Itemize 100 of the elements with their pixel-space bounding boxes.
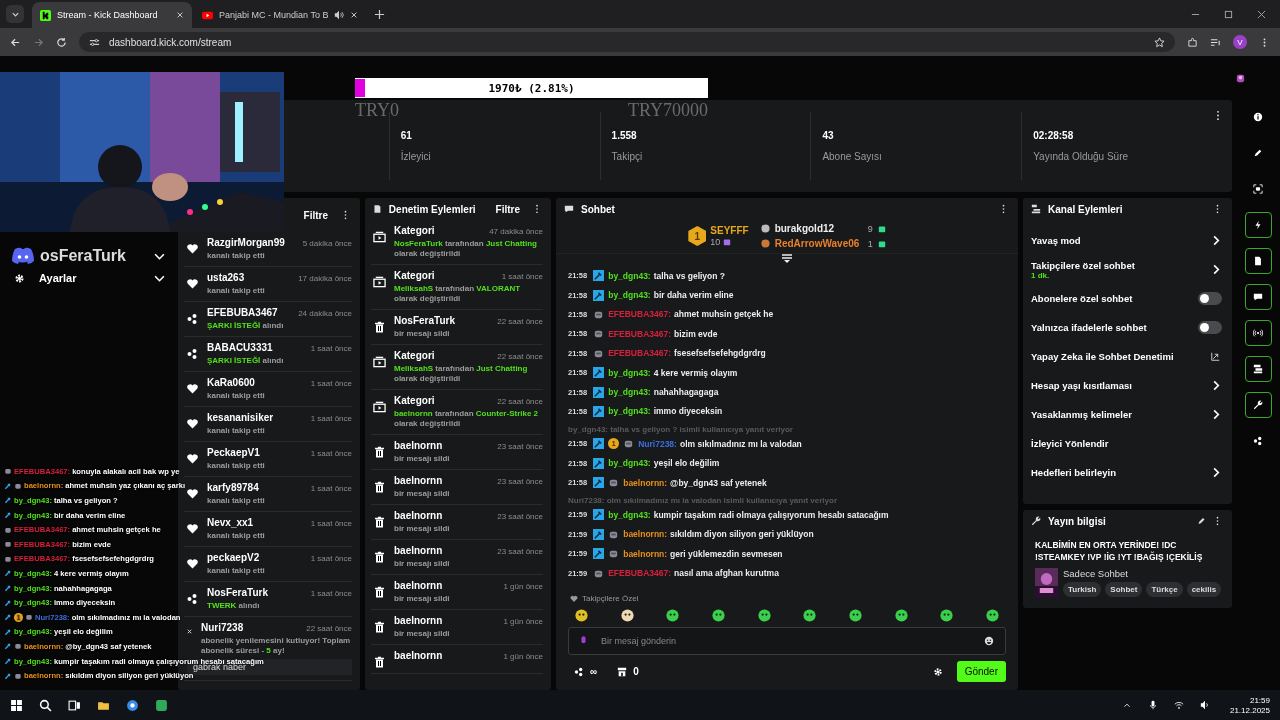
speaker-icon[interactable]	[334, 10, 345, 20]
app-icon[interactable]	[155, 698, 168, 712]
chevron-right-icon[interactable]	[1212, 264, 1220, 275]
chat-username[interactable]: baelnornn:	[623, 548, 668, 559]
action-label[interactable]: Yalnızca ifadelerle sohbet	[1031, 322, 1147, 333]
chevron-down-icon[interactable]	[154, 252, 165, 260]
emoji-icon[interactable]	[984, 636, 994, 646]
tag-chip[interactable]: cekilis	[1186, 581, 1222, 597]
forward-icon[interactable]	[33, 36, 44, 48]
tag-chip[interactable]: Türkçe	[1146, 581, 1183, 597]
more-icon[interactable]	[1216, 110, 1220, 121]
emote-icon[interactable]	[574, 608, 589, 623]
action-label[interactable]: İzleyici Yönlendir	[1031, 438, 1109, 449]
close-icon[interactable]	[350, 11, 359, 19]
chat-username[interactable]: EFEBUBA3467:	[608, 568, 671, 579]
chat-username[interactable]: EFEBUBA3467:	[608, 348, 671, 359]
emote-icon[interactable]	[802, 608, 818, 623]
media-controls-icon[interactable]	[1210, 36, 1221, 48]
settings-icon[interactable]	[14, 272, 25, 284]
new-tab-icon[interactable]	[374, 9, 386, 20]
microphone-icon[interactable]	[1147, 700, 1158, 710]
sword-badge-icon	[593, 477, 605, 489]
activity-username: Nevx_xx1	[207, 517, 254, 528]
chat-username[interactable]: by_dgn43:	[608, 290, 651, 301]
emote-icon[interactable]	[847, 608, 863, 623]
profile-avatar[interactable]: V	[1233, 35, 1247, 49]
tab-list-button[interactable]	[6, 5, 24, 23]
chat-username[interactable]: by_dgn43:	[608, 270, 651, 281]
tag-chip[interactable]: Sohbet	[1105, 581, 1143, 597]
clock-time[interactable]: 21:59	[1249, 695, 1270, 705]
chat-username[interactable]: Nuri7238:	[638, 438, 677, 449]
task-view-icon[interactable]	[68, 698, 81, 712]
browser-tab[interactable]: Panjabi MC - Mundian To B	[194, 2, 367, 28]
broadcast-icon[interactable]	[1244, 320, 1272, 346]
message-input-field[interactable]: Bir mesaj gönderin	[568, 627, 1006, 655]
maximize-icon[interactable]	[1224, 10, 1233, 19]
external-link-icon[interactable]	[1211, 352, 1220, 361]
close-icon[interactable]	[1257, 10, 1266, 19]
close-icon[interactable]	[176, 11, 184, 19]
send-button[interactable]: Gönder	[956, 661, 1006, 682]
action-label[interactable]: Abonelere özel sohbet	[1031, 293, 1133, 304]
more-icon[interactable]	[533, 204, 541, 214]
chevron-right-icon[interactable]	[1212, 380, 1220, 391]
collapse-icon[interactable]	[781, 254, 793, 264]
notes-icon[interactable]	[1244, 248, 1272, 274]
emote-icon[interactable]	[939, 608, 955, 623]
chat-username[interactable]: by_dgn43:	[608, 458, 651, 469]
user-avatar-icon[interactable]	[1235, 72, 1246, 84]
wifi-icon[interactable]	[1173, 700, 1184, 710]
tag-chip[interactable]: Turkish	[1063, 581, 1102, 597]
browser-icon[interactable]	[126, 698, 139, 712]
emote-icon[interactable]	[619, 608, 635, 623]
chat-username[interactable]: by_dgn43:	[608, 367, 651, 378]
action-label[interactable]: Yavaş mod	[1031, 235, 1081, 246]
category-name[interactable]: Sadece Sohbet	[1063, 567, 1128, 579]
chat-username[interactable]: by_dgn43:	[608, 406, 651, 417]
chevron-right-icon[interactable]	[1212, 235, 1220, 246]
action-label[interactable]: Yapay Zeka ile Sohbet Denetimi	[1031, 351, 1174, 362]
emote-section-label: Takipçilere Özel	[582, 594, 639, 603]
filter-button[interactable]: Filtre	[489, 203, 527, 215]
site-settings-icon[interactable]	[89, 36, 100, 48]
chevron-down-icon[interactable]	[154, 274, 165, 282]
action-label[interactable]: Hesap yaşı kısıtlaması	[1031, 380, 1132, 391]
emote-icon[interactable]	[756, 608, 772, 623]
speaker-icon[interactable]	[1199, 700, 1210, 710]
emote-icon[interactable]	[984, 608, 1000, 623]
pencil-icon[interactable]	[1197, 516, 1206, 526]
address-field[interactable]: dashboard.kick.com/stream	[79, 32, 1175, 52]
bolt-icon[interactable]	[1244, 212, 1272, 238]
filter-button[interactable]: Filtre	[297, 209, 334, 221]
browser-tab[interactable]: Stream - Kick Dashboard	[32, 2, 192, 28]
extensions-icon[interactable]	[1187, 36, 1198, 48]
media-icon[interactable]	[1244, 356, 1272, 382]
panel-title: Sohbet	[581, 203, 615, 215]
search-icon[interactable]	[39, 698, 52, 712]
toggle-switch[interactable]	[1198, 321, 1222, 334]
chat-username[interactable]: EFEBUBA3467:	[608, 328, 671, 339]
chat-username[interactable]: EFEBUBA3467:	[608, 309, 671, 320]
clock-date[interactable]: 21.12.2025	[1229, 705, 1270, 715]
emote-icon[interactable]	[665, 608, 681, 623]
chat-username[interactable]: baelnornn:	[623, 477, 668, 488]
emote-icon[interactable]	[710, 608, 726, 623]
chat-username[interactable]: by_dgn43:	[608, 387, 651, 398]
chat-username[interactable]: baelnornn:	[623, 529, 668, 540]
chat-username[interactable]: by_dgn43:	[608, 510, 651, 520]
activity-username: peckaepV2	[207, 552, 260, 563]
start-icon[interactable]	[10, 698, 23, 712]
settings-label[interactable]: Ayarlar	[39, 272, 150, 284]
action-label[interactable]: Yasaklanmış kelimeler	[1031, 409, 1132, 420]
wrench-icon[interactable]	[1244, 392, 1272, 418]
action-label[interactable]: Hedefleri belirleyin	[1031, 467, 1116, 478]
reload-icon[interactable]	[56, 36, 67, 48]
toggle-switch[interactable]	[1198, 292, 1222, 305]
action-label[interactable]: Takipçilere özel sohbet	[1031, 259, 1135, 271]
emote-icon[interactable]	[893, 608, 909, 623]
chat-icon[interactable]	[1244, 284, 1272, 310]
chevron-right-icon[interactable]	[1212, 409, 1220, 420]
back-icon[interactable]	[10, 36, 21, 48]
chevron-right-icon[interactable]	[1212, 467, 1220, 478]
settings-icon[interactable]	[932, 666, 943, 677]
